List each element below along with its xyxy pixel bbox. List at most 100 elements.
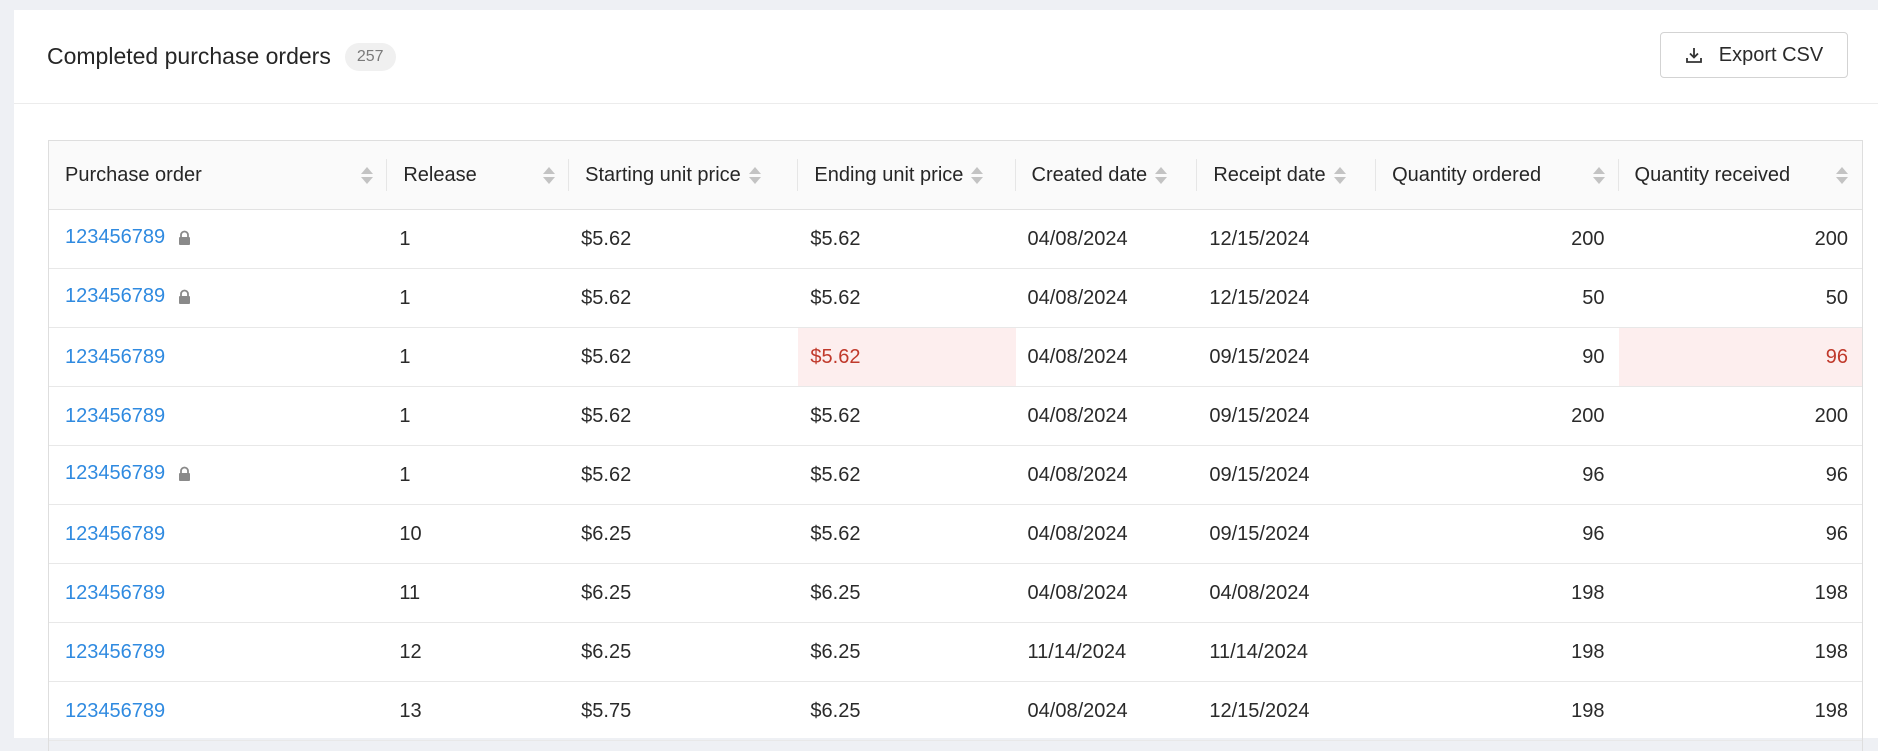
purchase-order-link[interactable]: 123456789 xyxy=(65,346,165,368)
quantity-received-cell: 50 xyxy=(1618,268,1862,328)
receipt-date-cell: 09/15/2024 xyxy=(1197,504,1377,564)
created-date-cell: 04/08/2024 xyxy=(1015,327,1198,387)
sort-icon[interactable] xyxy=(1836,166,1848,184)
purchase-order-link[interactable]: 123456789 xyxy=(65,405,165,427)
release-cell: 1 xyxy=(387,268,570,328)
lock-icon xyxy=(177,229,192,252)
ending-unit-price-cell: $6.25 xyxy=(798,563,1016,623)
receipt-date-cell: 12/15/2024 xyxy=(1197,268,1377,328)
quantity-received-cell: 198 xyxy=(1618,681,1862,741)
table-row: 123456789 13 $5.75 $6.25 04/08/2024 12/1… xyxy=(49,681,1862,741)
purchase-order-cell: 123456789 xyxy=(49,504,388,564)
quantity-received-cell: 96 xyxy=(1618,504,1862,564)
created-date-cell: 04/08/2024 xyxy=(1015,386,1198,446)
column-header-label: Ending unit price xyxy=(814,163,964,186)
receipt-date-cell: 12/15/2024 xyxy=(1197,209,1377,269)
quantity-ordered-cell: 198 xyxy=(1376,681,1619,741)
column-header-label: Created date xyxy=(1031,163,1148,186)
sort-icon[interactable] xyxy=(543,166,556,184)
lock-icon xyxy=(177,465,192,488)
created-date-cell: 04/08/2024 xyxy=(1015,681,1198,741)
lock-icon xyxy=(177,288,192,311)
starting-unit-price-cell: $5.62 xyxy=(569,268,799,328)
created-date-cell: 04/08/2024 xyxy=(1015,445,1198,505)
purchase-order-link[interactable]: 123456789 xyxy=(65,700,165,722)
quantity-ordered-cell: 198 xyxy=(1376,563,1619,623)
column-header-quantity-received[interactable]: Quantity received xyxy=(1618,141,1862,210)
quantity-received-cell: 96 xyxy=(1618,445,1862,505)
receipt-date-cell: 12/15/2024 xyxy=(1197,681,1377,741)
quantity-ordered-cell: 200 xyxy=(1376,209,1619,269)
sort-icon[interactable] xyxy=(1333,166,1346,184)
quantity-ordered-cell: 96 xyxy=(1376,445,1619,505)
purchase-order-link[interactable]: 123456789 xyxy=(65,582,165,604)
purchase-order-link[interactable]: 123456789 xyxy=(65,523,165,545)
receipt-date-cell: 09/15/2024 xyxy=(1197,386,1377,446)
sort-icon[interactable] xyxy=(971,166,984,184)
purchase-order-link[interactable]: 123456789 xyxy=(65,285,165,307)
purchase-order-cell: 123456789 xyxy=(49,563,388,623)
quantity-ordered-cell: 90 xyxy=(1376,327,1619,387)
sort-icon[interactable] xyxy=(1155,166,1168,184)
column-header-starting-unit-price[interactable]: Starting unit price xyxy=(569,141,799,210)
export-csv-button[interactable]: Export CSV xyxy=(1660,32,1848,78)
table-row: 123456789 1 $5.62 $5.62 04/08/2024 12/15… xyxy=(49,209,1862,269)
release-cell: 1 xyxy=(387,327,570,387)
created-date-cell: 04/08/2024 xyxy=(1015,268,1198,328)
starting-unit-price-cell: $6.25 xyxy=(569,563,799,623)
ending-unit-price-cell: $5.62 xyxy=(798,268,1016,328)
starting-unit-price-cell: $5.75 xyxy=(569,681,799,741)
export-csv-label: Export CSV xyxy=(1718,43,1824,66)
column-header-label: Release xyxy=(403,163,477,186)
sort-icon[interactable] xyxy=(748,166,761,184)
receipt-date-cell: 09/15/2024 xyxy=(1197,445,1377,505)
column-header-quantity-ordered[interactable]: Quantity ordered xyxy=(1376,141,1619,210)
quantity-received-cell: 198 xyxy=(1618,563,1862,623)
column-header-ending-unit-price[interactable]: Ending unit price xyxy=(798,141,1016,210)
created-date-cell: 11/14/2024 xyxy=(1015,622,1198,682)
starting-unit-price-cell: $6.25 xyxy=(569,622,799,682)
table-row: 123456789 1 $5.62 $5.62 04/08/2024 09/15… xyxy=(49,445,1862,505)
purchase-order-cell: 123456789 xyxy=(49,268,388,328)
release-cell: 10 xyxy=(387,504,570,564)
sort-icon[interactable] xyxy=(1592,166,1605,184)
ending-unit-price-cell: $5.62 xyxy=(798,209,1016,269)
quantity-ordered-cell: 50 xyxy=(1376,268,1619,328)
starting-unit-price-cell: $6.25 xyxy=(569,504,799,564)
count-badge: 257 xyxy=(344,42,396,71)
ending-unit-price-cell: $6.25 xyxy=(798,681,1016,741)
table-row: 123456789 11 $6.25 $6.25 04/08/2024 04/0… xyxy=(49,563,1862,623)
page-title: Completed purchase orders xyxy=(47,43,331,69)
ending-unit-price-cell-flagged: $5.62 xyxy=(798,327,1016,387)
purchase-order-link[interactable]: 123456789 xyxy=(65,226,165,248)
receipt-date-cell: 04/08/2024 xyxy=(1197,563,1377,623)
purchase-order-cell: 123456789 xyxy=(49,209,388,269)
quantity-received-cell: 200 xyxy=(1618,209,1862,269)
quantity-received-cell-flagged: 96 xyxy=(1618,327,1862,387)
column-header-label: Quantity received xyxy=(1634,163,1791,186)
column-header-receipt-date[interactable]: Receipt date xyxy=(1197,141,1377,210)
release-cell: 1 xyxy=(387,209,570,269)
purchase-order-link[interactable]: 123456789 xyxy=(65,641,165,663)
column-header-label: Quantity ordered xyxy=(1392,163,1542,186)
sort-icon[interactable] xyxy=(361,166,374,184)
column-header-purchase-order[interactable]: Purchase order xyxy=(49,141,388,210)
release-cell: 1 xyxy=(387,445,570,505)
purchase-orders-table: Purchase order Release Starting unit pri… xyxy=(48,140,1863,751)
download-icon xyxy=(1685,48,1702,63)
ending-unit-price-cell: $5.62 xyxy=(798,386,1016,446)
table-row: 123456789 10 $6.25 $5.62 04/08/2024 09/1… xyxy=(49,504,1862,564)
created-date-cell: 04/08/2024 xyxy=(1015,209,1198,269)
purchase-order-link[interactable]: 123456789 xyxy=(65,462,165,484)
quantity-received-cell: 198 xyxy=(1618,622,1862,682)
table-row: 123456789 12 $6.25 $6.25 11/14/2024 11/1… xyxy=(49,622,1862,682)
release-cell: 11 xyxy=(387,563,570,623)
release-cell: 12 xyxy=(387,622,570,682)
column-header-label: Receipt date xyxy=(1213,163,1326,186)
receipt-date-cell: 11/14/2024 xyxy=(1197,622,1377,682)
card-header: Completed purchase orders 257 Export CSV xyxy=(14,10,1878,104)
starting-unit-price-cell: $5.62 xyxy=(569,327,799,387)
purchase-order-cell: 123456789 xyxy=(49,622,388,682)
column-header-created-date[interactable]: Created date xyxy=(1015,141,1198,210)
column-header-release[interactable]: Release xyxy=(387,141,570,210)
